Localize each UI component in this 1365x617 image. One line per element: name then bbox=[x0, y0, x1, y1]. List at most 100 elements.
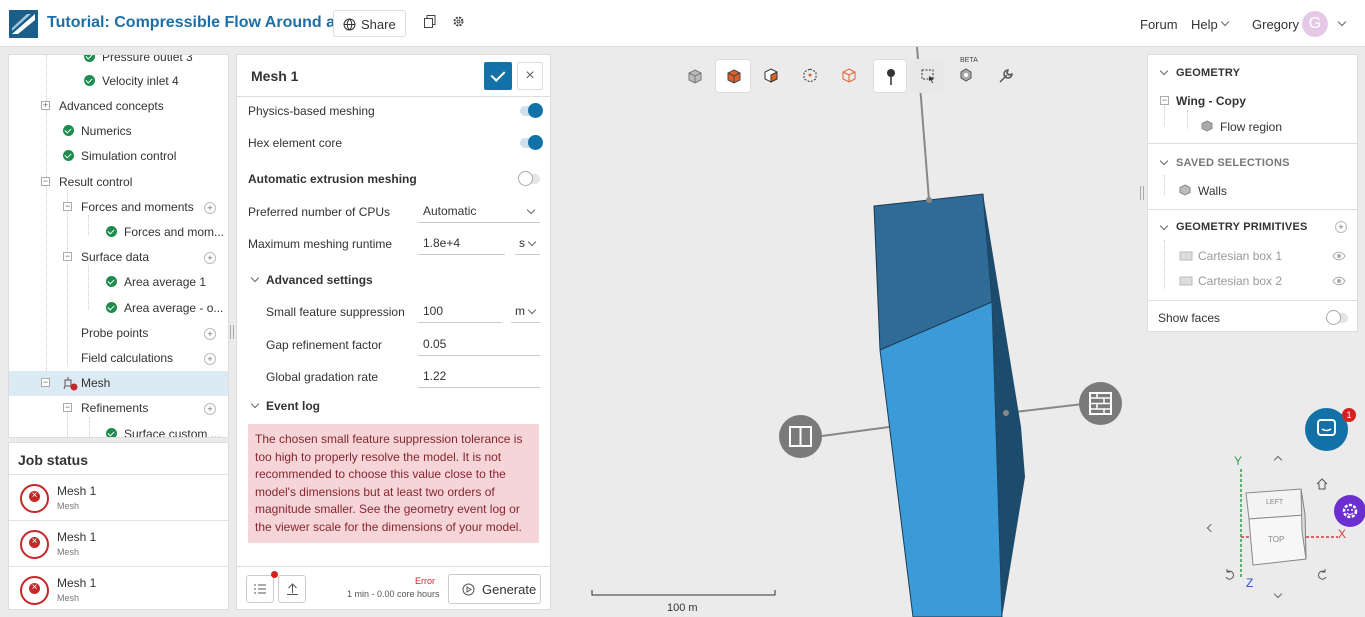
add-surface-data-icon[interactable]: + bbox=[204, 252, 216, 264]
advanced-settings-toggle[interactable]: Advanced settings bbox=[266, 273, 373, 287]
eye-icon[interactable] bbox=[1332, 251, 1346, 261]
automatic-extrusion-label: Automatic extrusion meshing bbox=[248, 172, 417, 186]
collapse-toggle-icon[interactable]: − bbox=[1160, 96, 1169, 105]
runtime-unit-select[interactable]: s bbox=[515, 231, 540, 255]
primitive-cartesian-box-1[interactable]: Cartesian box 1 bbox=[1198, 249, 1282, 263]
tree-item-pressure-outlet[interactable]: Pressure outlet 3 bbox=[84, 55, 193, 68]
tree-item-result-control[interactable]: − Result control bbox=[41, 171, 132, 193]
pin-button[interactable] bbox=[873, 59, 907, 93]
check-icon bbox=[106, 276, 117, 287]
event-log-list-button[interactable] bbox=[246, 571, 278, 603]
cpus-select[interactable]: Automatic bbox=[418, 199, 540, 223]
section-chevron-icon[interactable] bbox=[1159, 66, 1169, 76]
add-field-calculations-icon[interactable]: + bbox=[204, 353, 216, 365]
tree-item-forces-result[interactable]: Forces and mom... bbox=[106, 221, 224, 243]
job-row[interactable]: Mesh 1 Mesh bbox=[9, 566, 228, 612]
project-title[interactable]: Tutorial: Compressible Flow Around a Win… bbox=[47, 14, 378, 32]
tree-item-area-average-o[interactable]: Area average - o... bbox=[106, 297, 223, 319]
rotate-cw-icon[interactable] bbox=[1316, 569, 1328, 581]
collapse-toggle-icon[interactable]: − bbox=[41, 378, 50, 387]
physics-based-meshing-label: Physics-based meshing bbox=[248, 104, 375, 118]
add-primitive-icon[interactable]: + bbox=[1335, 221, 1347, 233]
user-chevron-icon bbox=[1337, 17, 1347, 27]
user-name[interactable]: Gregory bbox=[1252, 17, 1299, 32]
box-select-button[interactable] bbox=[910, 59, 944, 93]
rotate-ccw-icon[interactable] bbox=[1224, 569, 1236, 581]
orientation-widget[interactable]: LEFT TOP Y X Z bbox=[1198, 451, 1358, 605]
close-button[interactable]: × bbox=[517, 62, 543, 90]
small-feature-unit-select[interactable]: m bbox=[511, 299, 540, 323]
error-status-icon bbox=[20, 484, 49, 513]
help-menu[interactable]: Help bbox=[1191, 17, 1218, 32]
help-widget-gear-icon[interactable] bbox=[1334, 495, 1365, 527]
tree-item-area-average-1[interactable]: Area average 1 bbox=[106, 271, 206, 293]
physics-based-meshing-toggle[interactable] bbox=[520, 103, 543, 118]
job-row[interactable]: Mesh 1 Mesh bbox=[9, 474, 228, 520]
runtime-input[interactable]: 1.8e+4 bbox=[418, 231, 505, 255]
view-cube-menu-icon[interactable] bbox=[678, 61, 713, 92]
add-refinement-icon[interactable]: + bbox=[204, 403, 216, 415]
job-type: Mesh bbox=[57, 547, 80, 557]
tree-item-advanced-concepts[interactable]: + Advanced concepts bbox=[41, 95, 164, 117]
export-button[interactable] bbox=[278, 575, 306, 603]
collapse-toggle-icon[interactable]: − bbox=[63, 252, 72, 261]
geometry-header: GEOMETRY bbox=[1176, 67, 1241, 79]
tree-item-surface-data[interactable]: − Surface data bbox=[63, 246, 149, 268]
tree-item-velocity-inlet[interactable]: Velocity inlet 4 bbox=[84, 70, 179, 92]
eye-icon[interactable] bbox=[1332, 276, 1346, 286]
geometry-item-wing[interactable]: Wing - Copy bbox=[1176, 94, 1246, 108]
event-log-toggle[interactable]: Event log bbox=[266, 399, 320, 413]
tree-resize-handle[interactable] bbox=[230, 325, 234, 339]
tree-item-forces-and-moments[interactable]: − Forces and moments bbox=[63, 196, 194, 218]
tree-item-mesh[interactable]: − Mesh bbox=[41, 372, 110, 394]
collapse-toggle-icon[interactable]: − bbox=[63, 403, 72, 412]
select-volume-button[interactable] bbox=[715, 59, 751, 93]
hex-element-core-toggle[interactable] bbox=[520, 135, 543, 150]
automatic-extrusion-toggle[interactable] bbox=[518, 171, 540, 186]
select-face-icon[interactable] bbox=[763, 68, 779, 84]
saved-selection-walls[interactable]: Walls bbox=[1198, 184, 1227, 198]
settings-gear-icon[interactable] bbox=[452, 15, 465, 28]
show-faces-toggle[interactable] bbox=[1326, 310, 1348, 325]
tree-item-probe-points[interactable]: Probe points bbox=[81, 322, 148, 344]
3d-viewer[interactable]: BETA 100 m bbox=[551, 47, 1147, 617]
primitive-cartesian-box-2[interactable]: Cartesian box 2 bbox=[1198, 274, 1282, 288]
section-chevron-icon[interactable] bbox=[1159, 156, 1169, 166]
clip-plane-handle-icon[interactable] bbox=[779, 415, 822, 458]
geometry-item-flow-region[interactable]: Flow region bbox=[1220, 120, 1282, 134]
tree-item-numerics[interactable]: Numerics bbox=[63, 120, 132, 142]
panel-resize-handle[interactable] bbox=[1140, 186, 1144, 200]
wall-handle-icon[interactable] bbox=[1079, 382, 1122, 425]
add-probe-points-icon[interactable]: + bbox=[204, 328, 216, 340]
scale-label: 100 m bbox=[667, 602, 698, 614]
forum-link[interactable]: Forum bbox=[1140, 17, 1178, 32]
generate-button[interactable]: Generate bbox=[448, 574, 541, 604]
home-view-icon[interactable] bbox=[1316, 478, 1328, 490]
job-status-panel: Job status Mesh 1 Mesh Mesh 1 Mesh Mesh … bbox=[8, 442, 229, 610]
share-button[interactable]: Share bbox=[333, 10, 406, 37]
confirm-button[interactable] bbox=[484, 62, 512, 90]
collapse-toggle-icon[interactable]: − bbox=[63, 202, 72, 211]
user-avatar[interactable]: G bbox=[1302, 11, 1328, 37]
expand-toggle-icon[interactable]: + bbox=[41, 101, 50, 110]
section-chevron-icon[interactable] bbox=[1159, 221, 1169, 231]
flow-region-cube-icon bbox=[1201, 120, 1213, 132]
collapse-toggle-icon[interactable]: − bbox=[41, 177, 50, 186]
select-point-icon[interactable] bbox=[841, 68, 857, 84]
tree-item-refinements[interactable]: − Refinements bbox=[63, 397, 148, 419]
wrench-icon[interactable] bbox=[998, 68, 1014, 84]
simscale-logo[interactable] bbox=[9, 10, 38, 38]
small-feature-input[interactable]: 100 bbox=[418, 299, 502, 323]
tree-item-field-calculations[interactable]: Field calculations bbox=[81, 347, 173, 369]
check-icon bbox=[84, 55, 95, 62]
select-edge-icon[interactable] bbox=[802, 68, 818, 84]
chat-notification-badge: 1 bbox=[1342, 408, 1356, 422]
gradation-rate-input[interactable]: 1.22 bbox=[418, 364, 540, 388]
scene-settings-icon[interactable] bbox=[959, 68, 973, 82]
gap-refinement-input[interactable]: 0.05 bbox=[418, 332, 540, 356]
add-forces-icon[interactable]: + bbox=[204, 202, 216, 214]
tree-item-surface-custom[interactable]: Surface custom ... bbox=[106, 423, 221, 437]
job-row[interactable]: Mesh 1 Mesh bbox=[9, 520, 228, 566]
tree-item-simulation-control[interactable]: Simulation control bbox=[63, 145, 176, 167]
copy-icon[interactable] bbox=[424, 15, 436, 29]
